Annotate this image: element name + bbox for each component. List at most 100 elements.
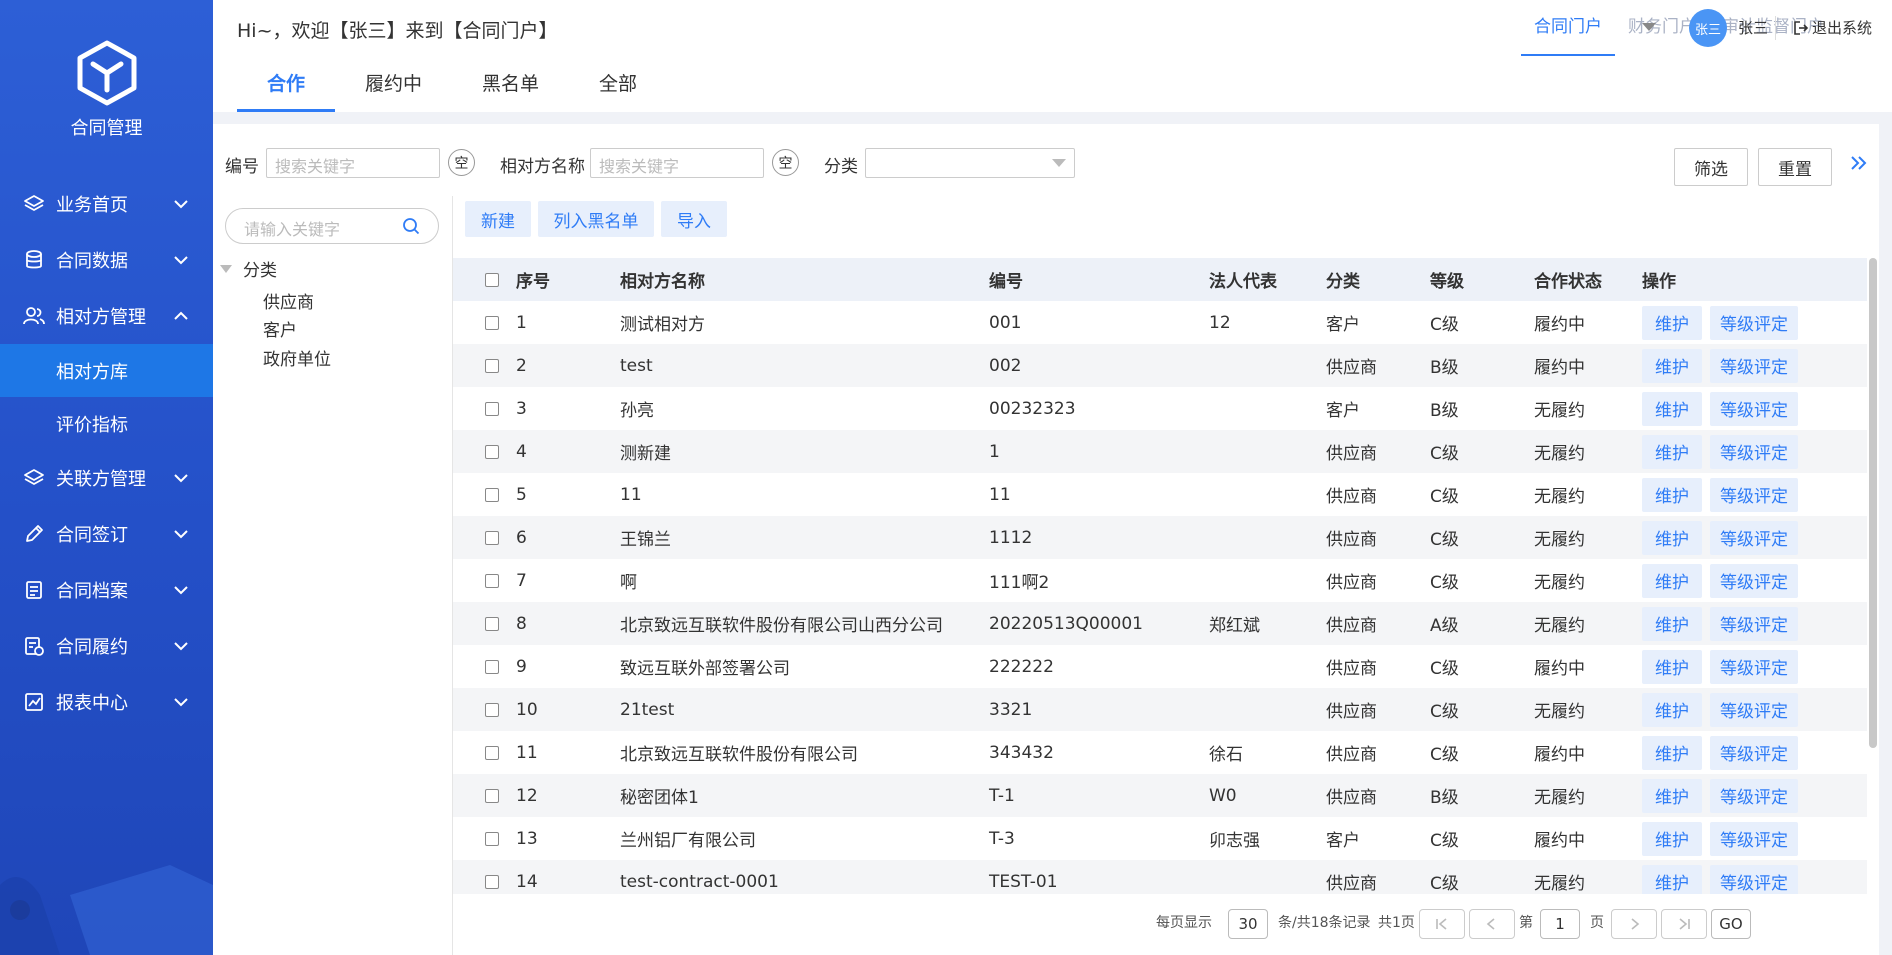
grade-evaluation-button[interactable]: 等级评定 xyxy=(1710,692,1798,727)
column-header: 法人代表 xyxy=(1209,258,1326,301)
tab-all[interactable]: 全部 xyxy=(569,56,667,112)
grade-evaluation-button[interactable]: 等级评定 xyxy=(1710,821,1798,856)
filter-button[interactable]: 筛选 xyxy=(1674,148,1748,186)
row-checkbox[interactable] xyxy=(485,831,499,846)
sidebar-item-contract-performance[interactable]: 合同履约 xyxy=(0,618,213,674)
page-prefix-label: 第 xyxy=(1519,915,1533,931)
chevron-down-icon xyxy=(174,642,188,651)
maintain-button[interactable]: 维护 xyxy=(1642,477,1702,512)
code-clear-button[interactable]: 空 xyxy=(448,149,475,176)
maintain-button[interactable]: 维护 xyxy=(1642,391,1702,426)
category: 供应商 xyxy=(1326,473,1430,516)
grade-evaluation-button[interactable]: 等级评定 xyxy=(1710,305,1798,340)
row-checkbox[interactable] xyxy=(485,788,499,803)
sidebar-item-home[interactable]: 业务首页 xyxy=(0,176,213,232)
tab-cooperation[interactable]: 合作 xyxy=(237,56,336,112)
add-to-blacklist-button[interactable]: 列入黑名单 xyxy=(538,201,654,237)
row-checkbox[interactable] xyxy=(485,315,499,330)
sidebar-item-counterparty[interactable]: 相对方管理 xyxy=(0,288,213,344)
sidebar-item-label: 关联方管理 xyxy=(56,469,146,490)
grade-evaluation-button[interactable]: 等级评定 xyxy=(1710,520,1798,555)
tree-node-root[interactable]: 分类 xyxy=(219,256,277,281)
grade-evaluation-button[interactable]: 等级评定 xyxy=(1710,649,1798,684)
row-checkbox[interactable] xyxy=(485,358,499,373)
import-button[interactable]: 导入 xyxy=(661,201,727,237)
reset-button[interactable]: 重置 xyxy=(1758,148,1832,186)
sidebar-item-label: 合同签订 xyxy=(56,525,128,546)
row-checkbox[interactable] xyxy=(485,401,499,416)
go-button[interactable]: GO xyxy=(1711,909,1751,939)
select-all-checkbox[interactable] xyxy=(485,272,499,287)
maintain-button[interactable]: 维护 xyxy=(1642,520,1702,555)
search-icon[interactable] xyxy=(402,217,420,235)
grade-evaluation-button[interactable]: 等级评定 xyxy=(1710,606,1798,641)
table-row: 8 北京致远互联软件股份有限公司山西分公司 20220513Q00001 郑红斌 供应商… xyxy=(453,602,1867,645)
logout-button[interactable]: 退出系统 xyxy=(1793,17,1872,38)
prev-page-button[interactable] xyxy=(1469,909,1515,939)
grade-evaluation-button[interactable]: 等级评定 xyxy=(1710,348,1798,383)
grade-evaluation-button[interactable]: 等级评定 xyxy=(1710,864,1798,894)
per-page-input[interactable]: 30 xyxy=(1228,909,1268,939)
chevron-down-icon xyxy=(174,474,188,483)
maintain-button[interactable]: 维护 xyxy=(1642,864,1702,894)
sidebar-item-contract-data[interactable]: 合同数据 xyxy=(0,232,213,288)
sidebar-item-related-party[interactable]: 关联方管理 xyxy=(0,450,213,506)
avatar[interactable]: 张三 xyxy=(1689,9,1727,47)
grade-evaluation-button[interactable]: 等级评定 xyxy=(1710,434,1798,469)
counterparty-code: 11 xyxy=(989,473,1209,516)
row-checkbox[interactable] xyxy=(485,616,499,631)
sidebar-subitem-evaluation-index[interactable]: 评价指标 xyxy=(0,397,213,450)
category-select[interactable] xyxy=(865,148,1075,178)
tab-performing[interactable]: 履约中 xyxy=(335,56,452,112)
row-checkbox[interactable] xyxy=(485,530,499,545)
code-search-input[interactable]: 搜索关键字 xyxy=(266,148,440,178)
maintain-button[interactable]: 维护 xyxy=(1642,563,1702,598)
sidebar-item-label: 报表中心 xyxy=(56,693,128,714)
grade-evaluation-button[interactable]: 等级评定 xyxy=(1710,477,1798,512)
sidebar-item-contract-signing[interactable]: 合同签订 xyxy=(0,506,213,562)
row-checkbox[interactable] xyxy=(485,573,499,588)
maintain-button[interactable]: 维护 xyxy=(1642,821,1702,856)
tree-node-customer[interactable]: 客户 xyxy=(263,316,297,341)
counterparty-name: 11 xyxy=(620,473,989,516)
row-index: 13 xyxy=(516,817,620,860)
row-checkbox[interactable] xyxy=(485,745,499,760)
last-page-button[interactable] xyxy=(1661,909,1707,939)
next-page-button[interactable] xyxy=(1611,909,1657,939)
name-clear-button[interactable]: 空 xyxy=(772,149,799,176)
tree-node-supplier[interactable]: 供应商 xyxy=(263,288,314,313)
caret-down-icon[interactable] xyxy=(1640,21,1658,33)
new-button[interactable]: 新建 xyxy=(465,201,531,237)
portal-tab-contract[interactable]: 合同门户 xyxy=(1521,0,1615,56)
maintain-button[interactable]: 维护 xyxy=(1642,649,1702,684)
tree-search-input[interactable]: 请输入关键字 xyxy=(225,208,439,244)
name-search-input[interactable]: 搜索关键字 xyxy=(590,148,764,178)
row-checkbox[interactable] xyxy=(485,487,499,502)
double-chevron-right-icon[interactable] xyxy=(1849,154,1869,172)
sidebar-subitem-counterparty-library[interactable]: 相对方库 xyxy=(0,344,213,397)
row-checkbox[interactable] xyxy=(485,659,499,674)
maintain-button[interactable]: 维护 xyxy=(1642,735,1702,770)
row-checkbox[interactable] xyxy=(485,874,499,889)
grade-evaluation-button[interactable]: 等级评定 xyxy=(1710,735,1798,770)
maintain-button[interactable]: 维护 xyxy=(1642,778,1702,813)
grade-evaluation-button[interactable]: 等级评定 xyxy=(1710,778,1798,813)
welcome-message: Hi~，欢迎【张三】来到【合同门户】 xyxy=(237,20,558,42)
tree-node-government[interactable]: 政府单位 xyxy=(263,345,331,370)
first-page-button[interactable] xyxy=(1419,909,1465,939)
maintain-button[interactable]: 维护 xyxy=(1642,692,1702,727)
maintain-button[interactable]: 维护 xyxy=(1642,434,1702,469)
sidebar-item-report-center[interactable]: 报表中心 xyxy=(0,674,213,730)
maintain-button[interactable]: 维护 xyxy=(1642,348,1702,383)
maintain-button[interactable]: 维护 xyxy=(1642,305,1702,340)
grade-evaluation-button[interactable]: 等级评定 xyxy=(1710,563,1798,598)
row-checkbox[interactable] xyxy=(485,444,499,459)
table-row: 12 秘密团体1 T-1 W0 供应商 B级 无履约 维护 等级评定 xyxy=(453,774,1867,817)
grade-evaluation-button[interactable]: 等级评定 xyxy=(1710,391,1798,426)
table-scrollbar[interactable] xyxy=(1869,258,1877,748)
page-number-input[interactable]: 1 xyxy=(1540,909,1580,939)
sidebar-item-contract-archive[interactable]: 合同档案 xyxy=(0,562,213,618)
maintain-button[interactable]: 维护 xyxy=(1642,606,1702,641)
tab-blacklist[interactable]: 黑名单 xyxy=(452,56,569,112)
row-checkbox[interactable] xyxy=(485,702,499,717)
